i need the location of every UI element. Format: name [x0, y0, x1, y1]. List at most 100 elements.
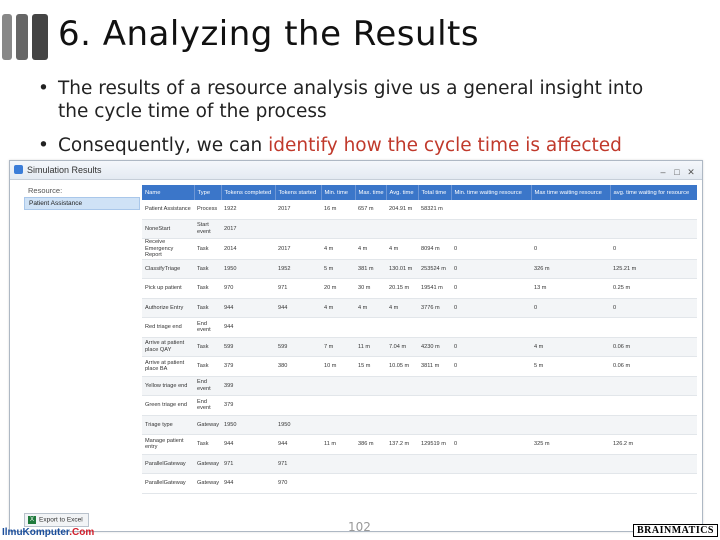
- table-cell: Red triage end: [142, 317, 194, 338]
- resource-sidebar: Resource: Patient Assistance: [24, 183, 140, 210]
- table-cell: 126.2 m: [610, 434, 697, 455]
- column-header[interactable]: Min. time: [321, 185, 356, 200]
- window-titlebar[interactable]: Simulation Results – □ ✕: [10, 161, 702, 180]
- window-title: Simulation Results: [27, 165, 102, 175]
- column-header[interactable]: Name: [142, 185, 195, 200]
- table-cell: 2017: [221, 219, 275, 239]
- column-header[interactable]: Max time waiting resource: [531, 185, 611, 200]
- table-cell: [451, 473, 531, 494]
- results-table: Name Type Tokens completed Tokens started Mi…: [142, 185, 697, 494]
- table-cell: ParallelGateway: [142, 473, 194, 494]
- close-button[interactable]: ✕: [684, 163, 698, 181]
- table-row[interactable]: Arrive at patient place BA Task 379 380 10 m…: [142, 356, 697, 377]
- table-cell: 599: [275, 337, 321, 357]
- table-cell: 7.04 m: [386, 337, 418, 357]
- table-row[interactable]: Pick up patient Task 970 971 20 m 30 m 20.15 m…: [142, 278, 697, 299]
- table-cell: 15 m: [355, 356, 386, 377]
- table-cell: [386, 395, 418, 416]
- column-header[interactable]: avg. time waiting for resource: [610, 185, 697, 200]
- column-header[interactable]: Avg. time: [386, 185, 419, 200]
- logo-left-suffix: .Com: [69, 527, 95, 538]
- table-cell: Arrive at patient place BA: [142, 356, 194, 377]
- table-row[interactable]: Manage patient entry Task 944 944 11 m 386 m1…: [142, 434, 697, 455]
- export-to-excel-button[interactable]: X Export to Excel: [24, 513, 89, 527]
- resource-item-patient-assistance[interactable]: Patient Assistance: [24, 197, 140, 210]
- table-cell: [275, 219, 321, 239]
- table-cell: 8094 m: [418, 238, 451, 260]
- table-cell: [321, 473, 355, 494]
- table-cell: Task: [194, 434, 221, 455]
- table-cell: 30 m: [355, 278, 386, 299]
- table-cell: 20 m: [321, 278, 355, 299]
- column-header[interactable]: Min. time waiting resource: [451, 185, 532, 200]
- table-cell: [275, 395, 321, 416]
- table-cell: Green triage end: [142, 395, 194, 416]
- table-row[interactable]: Red triage end End event 944: [142, 317, 697, 338]
- table-cell: [451, 200, 531, 220]
- table-cell: [386, 473, 418, 494]
- table-cell: [386, 317, 418, 338]
- table-cell: Task: [194, 337, 221, 357]
- table-row[interactable]: ParallelGateway Gateway 971 971: [142, 454, 697, 474]
- table-cell: 0: [610, 238, 697, 260]
- table-cell: [451, 219, 531, 239]
- results-table-container[interactable]: Name Type Tokens completed Tokens started Mi…: [142, 185, 697, 529]
- bullet-dot: •: [38, 135, 49, 156]
- window-controls: – □ ✕: [656, 163, 698, 181]
- table-cell: Task: [194, 278, 221, 299]
- bullet-dot: •: [38, 78, 49, 99]
- table-cell: 599: [221, 337, 275, 357]
- table-cell: Manage patient entry: [142, 434, 194, 455]
- excel-icon: X: [28, 516, 36, 524]
- table-row[interactable]: Triage type Gateway 1950 1950: [142, 415, 697, 435]
- table-cell: 204.91 m: [386, 200, 418, 220]
- column-header[interactable]: Total time: [418, 185, 452, 200]
- table-cell: 0.06 m: [610, 337, 697, 357]
- table-row[interactable]: Green triage end End event 379: [142, 395, 697, 416]
- table-cell: Patient Assistance: [142, 200, 194, 220]
- table-cell: 944: [221, 317, 275, 338]
- table-cell: 325 m: [531, 434, 610, 455]
- table-cell: 129519 m: [418, 434, 451, 455]
- table-cell: [610, 454, 697, 474]
- table-cell: [386, 376, 418, 396]
- table-cell: 1922: [221, 200, 275, 220]
- bullet-2-highlight: identify how the cycle time is affected: [268, 135, 622, 156]
- table-cell: 1950: [221, 415, 275, 435]
- table-cell: End event: [194, 395, 221, 416]
- table-row[interactable]: ClassifyTriage Task 1950 1952 5 m 381 m 130.01…: [142, 259, 697, 279]
- table-cell: 3811 m: [418, 356, 451, 377]
- column-header[interactable]: Tokens started: [275, 185, 322, 200]
- table-cell: Authorize Entry: [142, 298, 194, 318]
- table-cell: [275, 376, 321, 396]
- table-row[interactable]: Authorize Entry Task 944 944 4 m4 m4 m 3776 m…: [142, 298, 697, 318]
- table-cell: Pick up patient: [142, 278, 194, 299]
- table-cell: End event: [194, 317, 221, 338]
- table-cell: 253524 m: [418, 259, 451, 279]
- table-row[interactable]: NoneStart Start event 2017: [142, 219, 697, 239]
- table-cell: 0: [451, 434, 531, 455]
- table-row[interactable]: Patient Assistance Process 1922 2017 16 m 657…: [142, 200, 697, 220]
- minimize-button[interactable]: –: [656, 163, 670, 181]
- table-cell: 379: [221, 395, 275, 416]
- table-cell: [451, 376, 531, 396]
- table-row[interactable]: Receive Emergency Report Task 2014 2017 4 m4…: [142, 238, 697, 260]
- table-cell: 4 m: [321, 238, 355, 260]
- page-number: 102: [348, 520, 371, 534]
- table-cell: [418, 415, 451, 435]
- table-cell: 7 m: [321, 337, 355, 357]
- column-header[interactable]: Max. time: [355, 185, 387, 200]
- table-cell: [355, 473, 386, 494]
- table-cell: Task: [194, 298, 221, 318]
- column-header[interactable]: Type: [194, 185, 222, 200]
- table-cell: [418, 317, 451, 338]
- table-row[interactable]: Arrive at patient place QAY Task 599 599 7 m…: [142, 337, 697, 357]
- table-cell: [418, 376, 451, 396]
- column-header[interactable]: Tokens completed: [221, 185, 276, 200]
- table-row[interactable]: ParallelGateway Gateway 944 970: [142, 473, 697, 494]
- table-cell: 971: [275, 278, 321, 299]
- table-row[interactable]: Yellow triage end End event 399: [142, 376, 697, 396]
- table-cell: 386 m: [355, 434, 386, 455]
- table-cell: 657 m: [355, 200, 386, 220]
- maximize-button[interactable]: □: [670, 163, 684, 181]
